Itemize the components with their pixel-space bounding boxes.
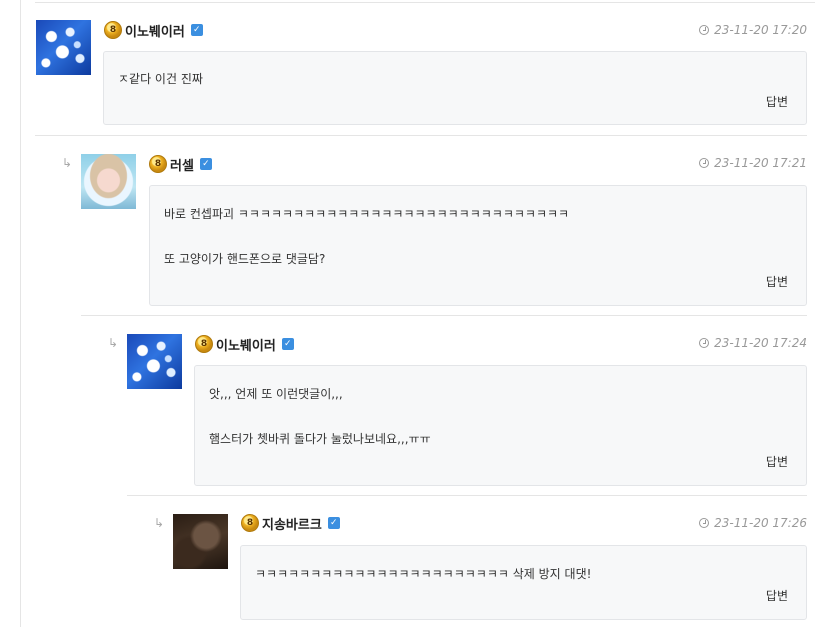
comment-body: ㅋㅋㅋㅋㅋㅋㅋㅋㅋㅋㅋㅋㅋㅋㅋㅋㅋㅋㅋㅋㅋㅋㅋ 삭제 방지 대댓! 답변 xyxy=(240,545,807,620)
top-divider xyxy=(35,2,815,3)
comment-text-line: ㅋㅋㅋㅋㅋㅋㅋㅋㅋㅋㅋㅋㅋㅋㅋㅋㅋㅋㅋㅋㅋㅋㅋ 삭제 방지 대댓! xyxy=(255,567,592,581)
reply-button[interactable]: 답변 xyxy=(766,93,788,110)
author-name[interactable]: 러셀 xyxy=(170,155,194,174)
comment-author-row: 8 지송바르크 ✓ xyxy=(241,514,340,533)
comment-author-row: 8 이노붸이러 ✓ xyxy=(104,21,203,40)
comment-time: 23-11-20 17:24 xyxy=(699,336,807,350)
reply-button[interactable]: 답변 xyxy=(766,273,788,290)
verified-icon: ✓ xyxy=(281,338,294,350)
reply-arrow-icon: ↳ xyxy=(108,336,119,350)
clock-icon xyxy=(699,338,710,348)
comment-author-row: 8 러셀 ✓ xyxy=(149,155,212,174)
comment-text-line: ㅈ같다 이건 진짜 xyxy=(118,72,203,86)
author-name[interactable]: 지송바르크 xyxy=(262,514,322,533)
reply-button[interactable]: 답변 xyxy=(766,587,788,604)
verified-icon: ✓ xyxy=(199,158,212,170)
comment-divider xyxy=(81,315,807,316)
author-name[interactable]: 이노붸이러 xyxy=(216,335,276,354)
comment-body: 바로 컨셉파괴 ㅋㅋㅋㅋㅋㅋㅋㅋㅋㅋㅋㅋㅋㅋㅋㅋㅋㅋㅋㅋㅋㅋㅋㅋㅋㅋㅋㅋㅋㅋ 또… xyxy=(149,185,807,306)
reply-arrow-icon: ↳ xyxy=(62,156,73,170)
level-badge-icon: 8 xyxy=(104,21,122,39)
comment-divider xyxy=(127,495,807,496)
comment-body: 앗,,, 언제 또 이런댓글이,,, 햄스터가 쳇바퀴 돌다가 눌렀나보네요,,… xyxy=(194,365,807,486)
avatar[interactable] xyxy=(81,154,136,209)
avatar[interactable] xyxy=(36,20,91,75)
comment-time: 23-11-20 17:20 xyxy=(699,23,807,37)
level-badge-icon: 8 xyxy=(241,514,259,532)
comment-divider xyxy=(35,135,807,136)
clock-icon xyxy=(699,158,710,168)
reply-button[interactable]: 답변 xyxy=(766,453,788,470)
comment-time: 23-11-20 17:21 xyxy=(699,156,807,170)
avatar[interactable] xyxy=(127,334,182,389)
verified-icon: ✓ xyxy=(327,517,340,529)
avatar[interactable] xyxy=(173,514,228,569)
comment-timestamp: 23-11-20 17:21 xyxy=(714,156,807,170)
comment-text-line: 앗,,, 언제 또 이런댓글이,,, xyxy=(209,387,343,401)
comment-timestamp: 23-11-20 17:20 xyxy=(714,23,807,37)
comment-text-line: 또 고양이가 핸드폰으로 댓글담? xyxy=(164,252,326,266)
author-name[interactable]: 이노붸이러 xyxy=(125,21,185,40)
comment-text-line: 햄스터가 쳇바퀴 돌다가 눌렀나보네요,,,ㅠㅠ xyxy=(209,432,431,446)
verified-icon: ✓ xyxy=(190,24,203,36)
comment-body: ㅈ같다 이건 진짜 답변 xyxy=(103,51,807,125)
level-badge-icon: 8 xyxy=(149,155,167,173)
clock-icon xyxy=(699,25,710,35)
comment-author-row: 8 이노붸이러 ✓ xyxy=(195,335,294,354)
reply-arrow-icon: ↳ xyxy=(154,516,165,530)
content-frame-border xyxy=(20,0,21,627)
clock-icon xyxy=(699,518,710,528)
comment-timestamp: 23-11-20 17:24 xyxy=(714,336,807,350)
comment-text-line: 바로 컨셉파괴 ㅋㅋㅋㅋㅋㅋㅋㅋㅋㅋㅋㅋㅋㅋㅋㅋㅋㅋㅋㅋㅋㅋㅋㅋㅋㅋㅋㅋㅋㅋ xyxy=(164,207,570,221)
comment-time: 23-11-20 17:26 xyxy=(699,516,807,530)
level-badge-icon: 8 xyxy=(195,335,213,353)
comment-timestamp: 23-11-20 17:26 xyxy=(714,516,807,530)
